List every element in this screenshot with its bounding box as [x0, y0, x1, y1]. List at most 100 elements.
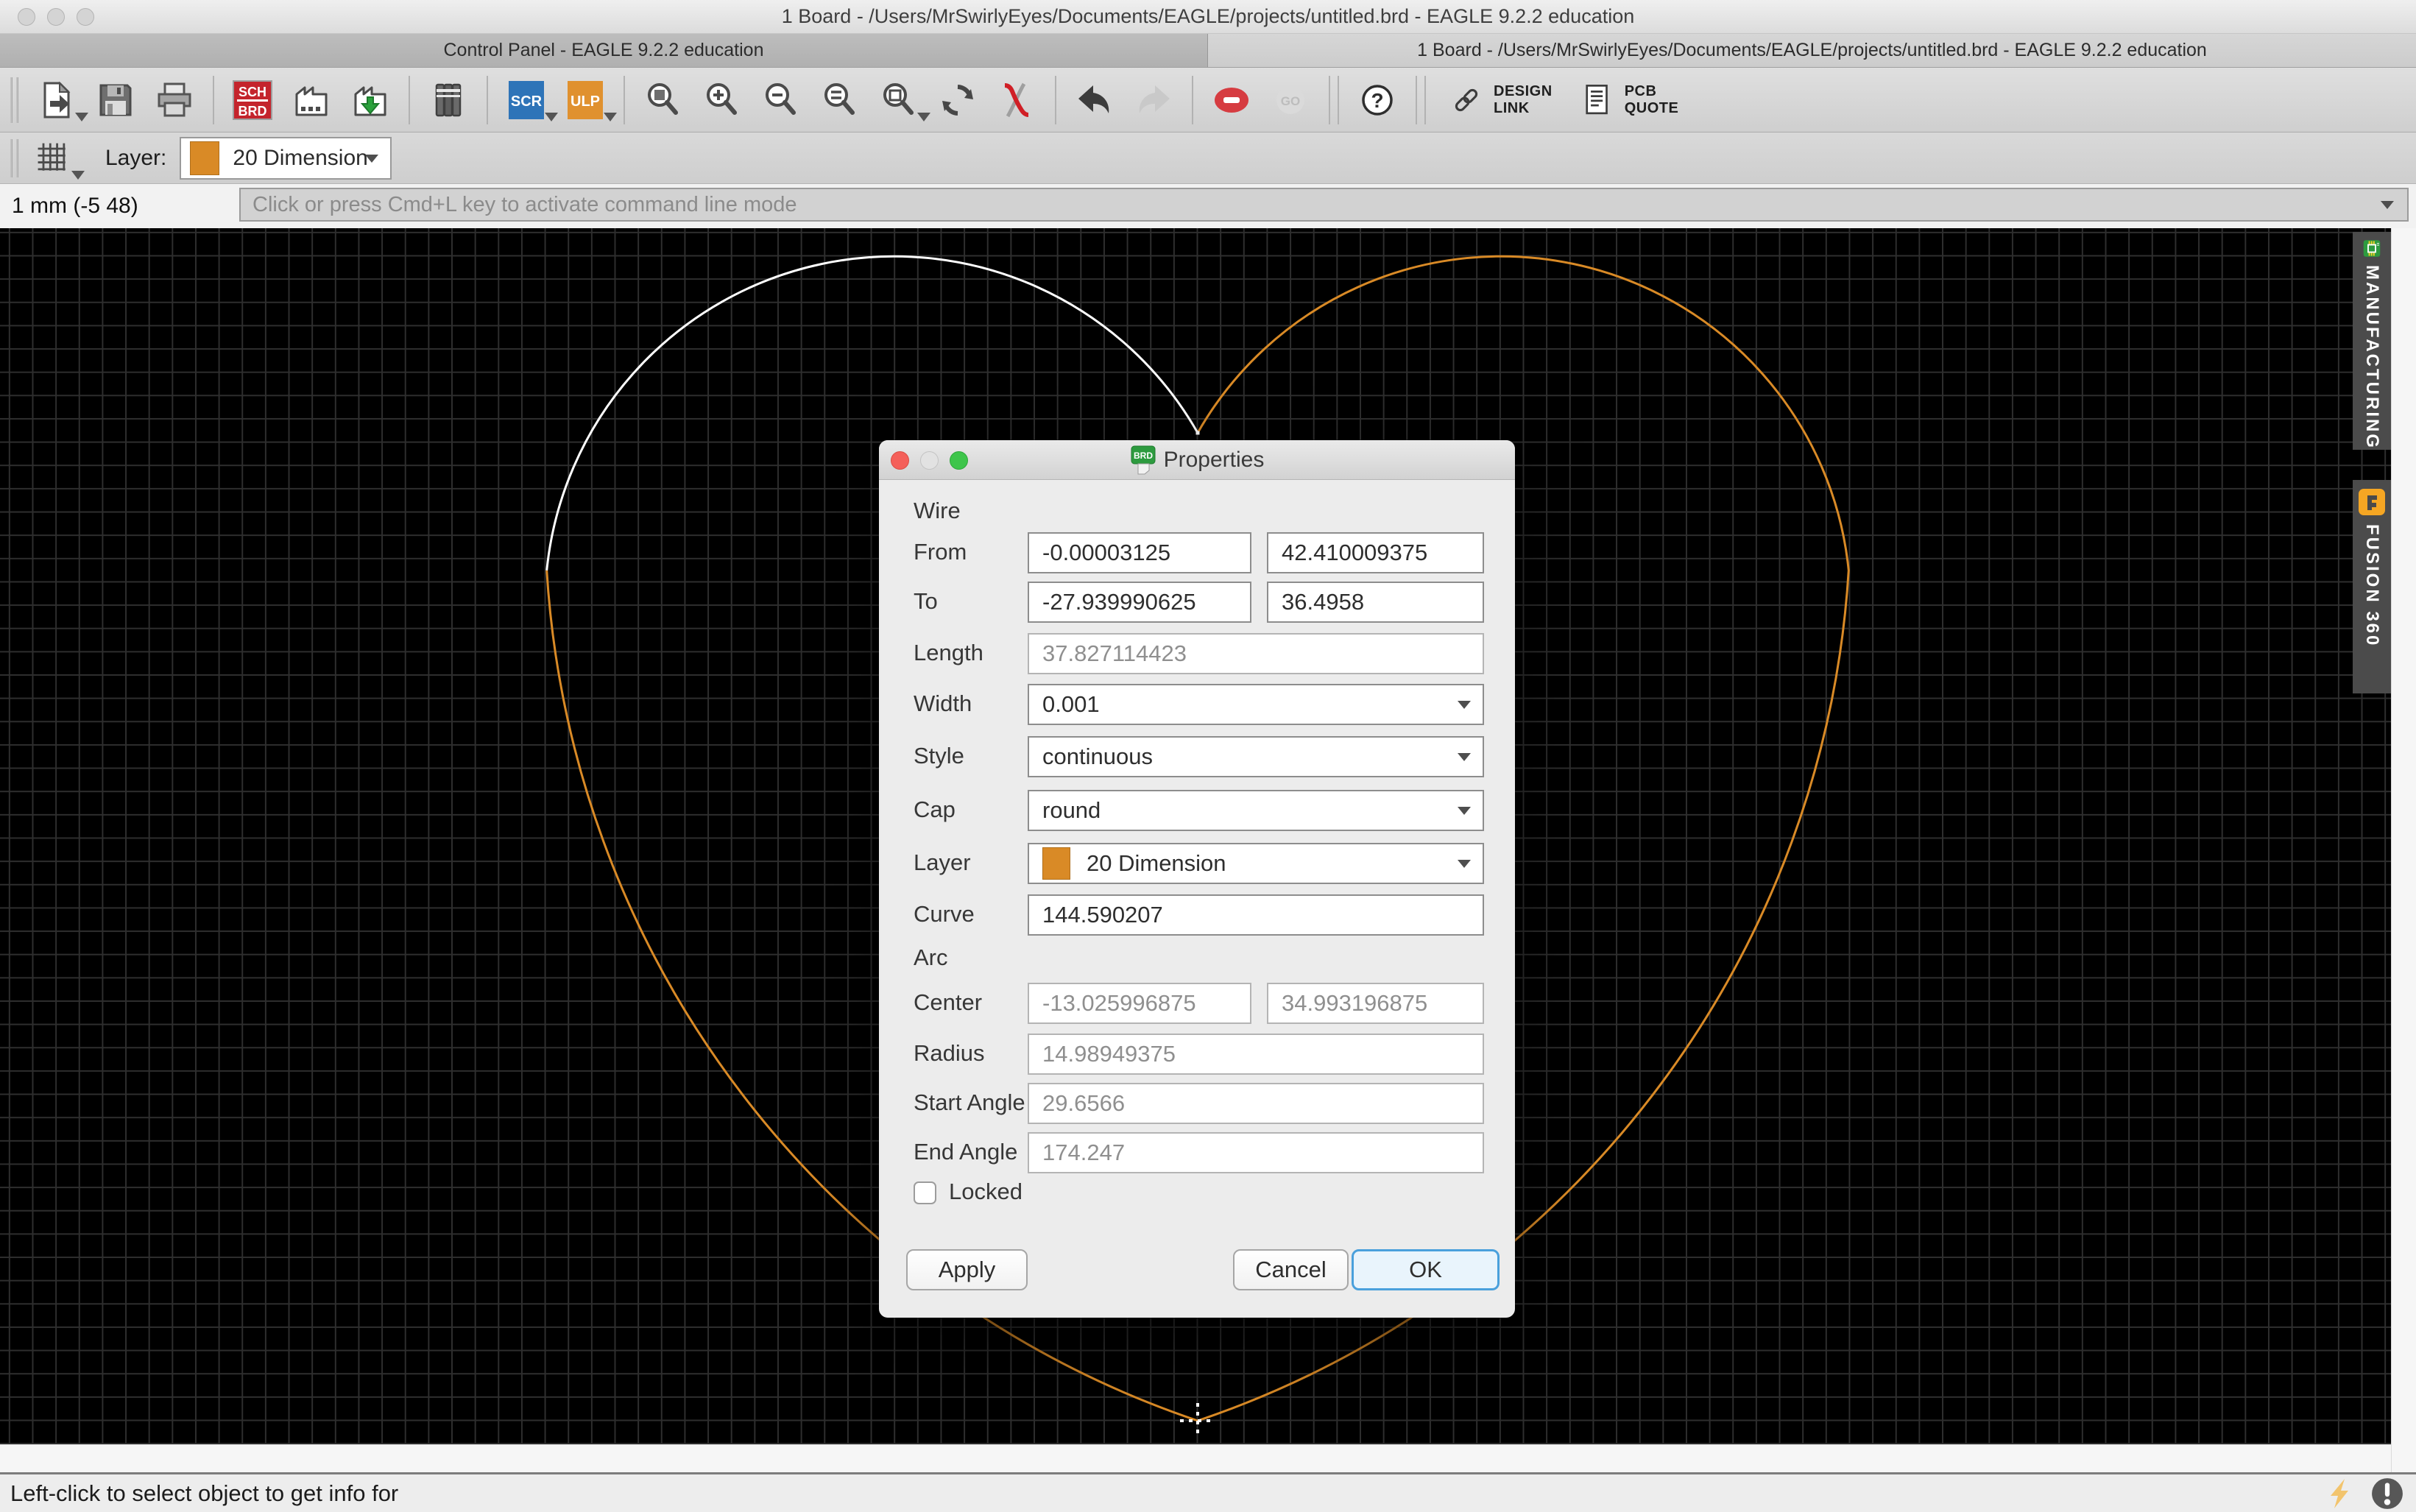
- style-label: Style: [914, 743, 964, 769]
- horizontal-scrollbar[interactable]: [0, 1444, 2391, 1472]
- open-file-button[interactable]: [35, 79, 78, 121]
- tab-label: 1 Board - /Users/MrSwirlyEyes/Documents/…: [1417, 40, 2207, 61]
- command-bar: 1 mm (-5 48) Click or press Cmd+L key to…: [0, 184, 2416, 228]
- vertical-scrollbar[interactable]: [2391, 228, 2416, 1472]
- from-x-field[interactable]: -0.00003125: [1028, 532, 1251, 573]
- center-label: Center: [914, 989, 982, 1016]
- toolbar-separator: [624, 76, 625, 124]
- scr-icon: SCR: [506, 80, 547, 121]
- library-manager-button[interactable]: [427, 79, 470, 121]
- status-bar: Left-click to select object to get info …: [0, 1472, 2416, 1512]
- layer-toolbar: Layer: 20 Dimension: [0, 133, 2416, 184]
- main-toolbar: SCH BRD: [0, 68, 2416, 133]
- toolbar-separator: [487, 76, 488, 124]
- to-x-field[interactable]: -27.939990625: [1028, 582, 1251, 623]
- document-tabbar: Control Panel - EAGLE 9.2.2 education 1 …: [0, 34, 2416, 68]
- manufacturing-panel-tab[interactable]: MANUFACTURING: [2353, 232, 2391, 450]
- wire-junction-marker: [1196, 431, 1200, 435]
- design-link-button[interactable]: DESIGN LINK: [1448, 82, 1553, 119]
- warning-exclamation-icon[interactable]: [2370, 1477, 2404, 1511]
- stop-sign-icon: [1211, 80, 1252, 121]
- floppy-disk-icon: [95, 80, 136, 121]
- cap-label: Cap: [914, 796, 956, 823]
- zoom-select-icon: [878, 80, 919, 121]
- run-script-button[interactable]: SCR: [505, 79, 548, 121]
- redraw-button[interactable]: [936, 79, 979, 121]
- pcb-quote-button[interactable]: PCB QUOTE: [1579, 82, 1679, 119]
- redo-button: [1132, 79, 1175, 121]
- minimize-window-button[interactable]: [47, 8, 65, 26]
- layer-row-label: Layer: [914, 849, 971, 876]
- tab-board[interactable]: 1 Board - /Users/MrSwirlyEyes/Documents/…: [1208, 34, 2416, 67]
- undo-button[interactable]: [1073, 79, 1116, 121]
- radius-field: 14.98949375: [1028, 1034, 1484, 1075]
- properties-dialog: BRD Properties Wire From -0.00003125 42.…: [879, 440, 1515, 1318]
- lightning-bolt-icon[interactable]: [2325, 1477, 2357, 1510]
- zoom-in-button[interactable]: [701, 79, 743, 121]
- toolbar-separator: [213, 76, 214, 124]
- chevron-down-icon: [2381, 201, 2394, 209]
- books-icon: [428, 80, 469, 121]
- zoom-in-icon: [702, 80, 743, 121]
- stop-button[interactable]: [1210, 79, 1253, 121]
- arc-section-label: Arc: [914, 944, 948, 971]
- dropdown-caret-icon: [75, 113, 88, 121]
- close-window-button[interactable]: [18, 8, 35, 26]
- switch-sch-brd-button[interactable]: SCH BRD: [231, 79, 274, 121]
- dropdown-caret-icon: [604, 113, 617, 121]
- apply-button[interactable]: Apply: [906, 1249, 1028, 1290]
- dialog-layer-select[interactable]: 20 Dimension: [1028, 843, 1484, 884]
- chevron-down-icon: [1458, 701, 1471, 709]
- svg-text:?: ?: [1371, 89, 1383, 112]
- run-ulp-button[interactable]: ULP: [564, 79, 607, 121]
- zoom-out-button[interactable]: [760, 79, 802, 121]
- grid-settings-button[interactable]: [32, 137, 74, 180]
- fusion360-panel-tab[interactable]: FUSION 360: [2353, 480, 2391, 693]
- zoom-fit-icon: [643, 80, 684, 121]
- zoom-window-button[interactable]: [77, 8, 94, 26]
- to-y-field[interactable]: 36.4958: [1267, 582, 1484, 623]
- cam-processor-button[interactable]: [290, 79, 333, 121]
- load-cam-job-button[interactable]: [349, 79, 392, 121]
- print-button[interactable]: [153, 79, 196, 121]
- center-x-field: -13.025996875: [1028, 983, 1251, 1024]
- svg-text:BRD: BRD: [239, 104, 267, 119]
- printer-icon: [154, 80, 195, 121]
- from-y-field[interactable]: 42.410009375: [1267, 532, 1484, 573]
- style-select[interactable]: continuous: [1028, 736, 1484, 777]
- toolbar-separator: [1192, 76, 1193, 124]
- width-select[interactable]: 0.001: [1028, 684, 1484, 725]
- tab-control-panel[interactable]: Control Panel - EAGLE 9.2.2 education: [0, 34, 1208, 67]
- curve-field[interactable]: 144.590207: [1028, 894, 1484, 936]
- zoom-exact-button[interactable]: [819, 79, 861, 121]
- cancel-button[interactable]: Cancel: [1233, 1249, 1349, 1290]
- sch-brd-icon: SCH BRD: [232, 80, 273, 121]
- layer-color-swatch: [190, 141, 219, 175]
- layer-select[interactable]: 20 Dimension: [180, 137, 392, 180]
- window-controls: [18, 8, 94, 26]
- cursor-coordinates: 1 mm (-5 48): [12, 184, 138, 228]
- dropdown-caret-icon: [917, 113, 930, 121]
- toolbar-grip[interactable]: [10, 139, 18, 177]
- toolbar-grip[interactable]: [10, 77, 18, 123]
- command-line-input[interactable]: Click or press Cmd+L key to activate com…: [239, 188, 2409, 222]
- tab-label: Control Panel - EAGLE 9.2.2 education: [444, 40, 764, 61]
- end-angle-field: 174.247: [1028, 1132, 1484, 1173]
- locked-checkbox[interactable]: [914, 1181, 936, 1204]
- save-button[interactable]: [94, 79, 137, 121]
- toolbar-separator: [1055, 76, 1056, 124]
- chain-link-icon: [1448, 82, 1485, 119]
- redo-arrow-icon: [1133, 80, 1174, 121]
- cap-select[interactable]: round: [1028, 790, 1484, 831]
- chi-x-icon: [996, 80, 1037, 121]
- zoom-fit-button[interactable]: [642, 79, 685, 121]
- document-arrow-icon: [36, 80, 77, 121]
- zoom-select-button[interactable]: [877, 79, 920, 121]
- start-angle-label: Start Angle: [914, 1089, 1025, 1116]
- window-title: 1 Board - /Users/MrSwirlyEyes/Documents/…: [782, 5, 1635, 28]
- cancel-command-button[interactable]: [995, 79, 1038, 121]
- layer-color-swatch: [1042, 847, 1070, 880]
- window-titlebar: 1 Board - /Users/MrSwirlyEyes/Documents/…: [0, 0, 2416, 34]
- ok-button[interactable]: OK: [1352, 1249, 1500, 1290]
- help-button[interactable]: ?: [1356, 79, 1399, 121]
